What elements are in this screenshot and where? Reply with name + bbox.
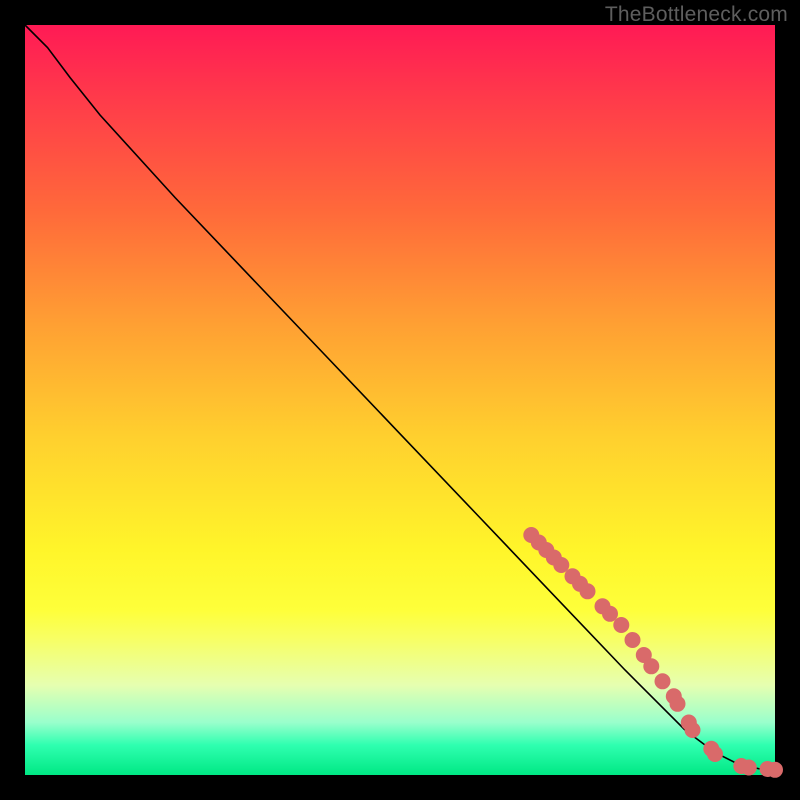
chart-frame: TheBottleneck.com: [0, 0, 800, 800]
watermark-label: TheBottleneck.com: [605, 3, 788, 27]
chart-plot-area: [25, 25, 775, 775]
